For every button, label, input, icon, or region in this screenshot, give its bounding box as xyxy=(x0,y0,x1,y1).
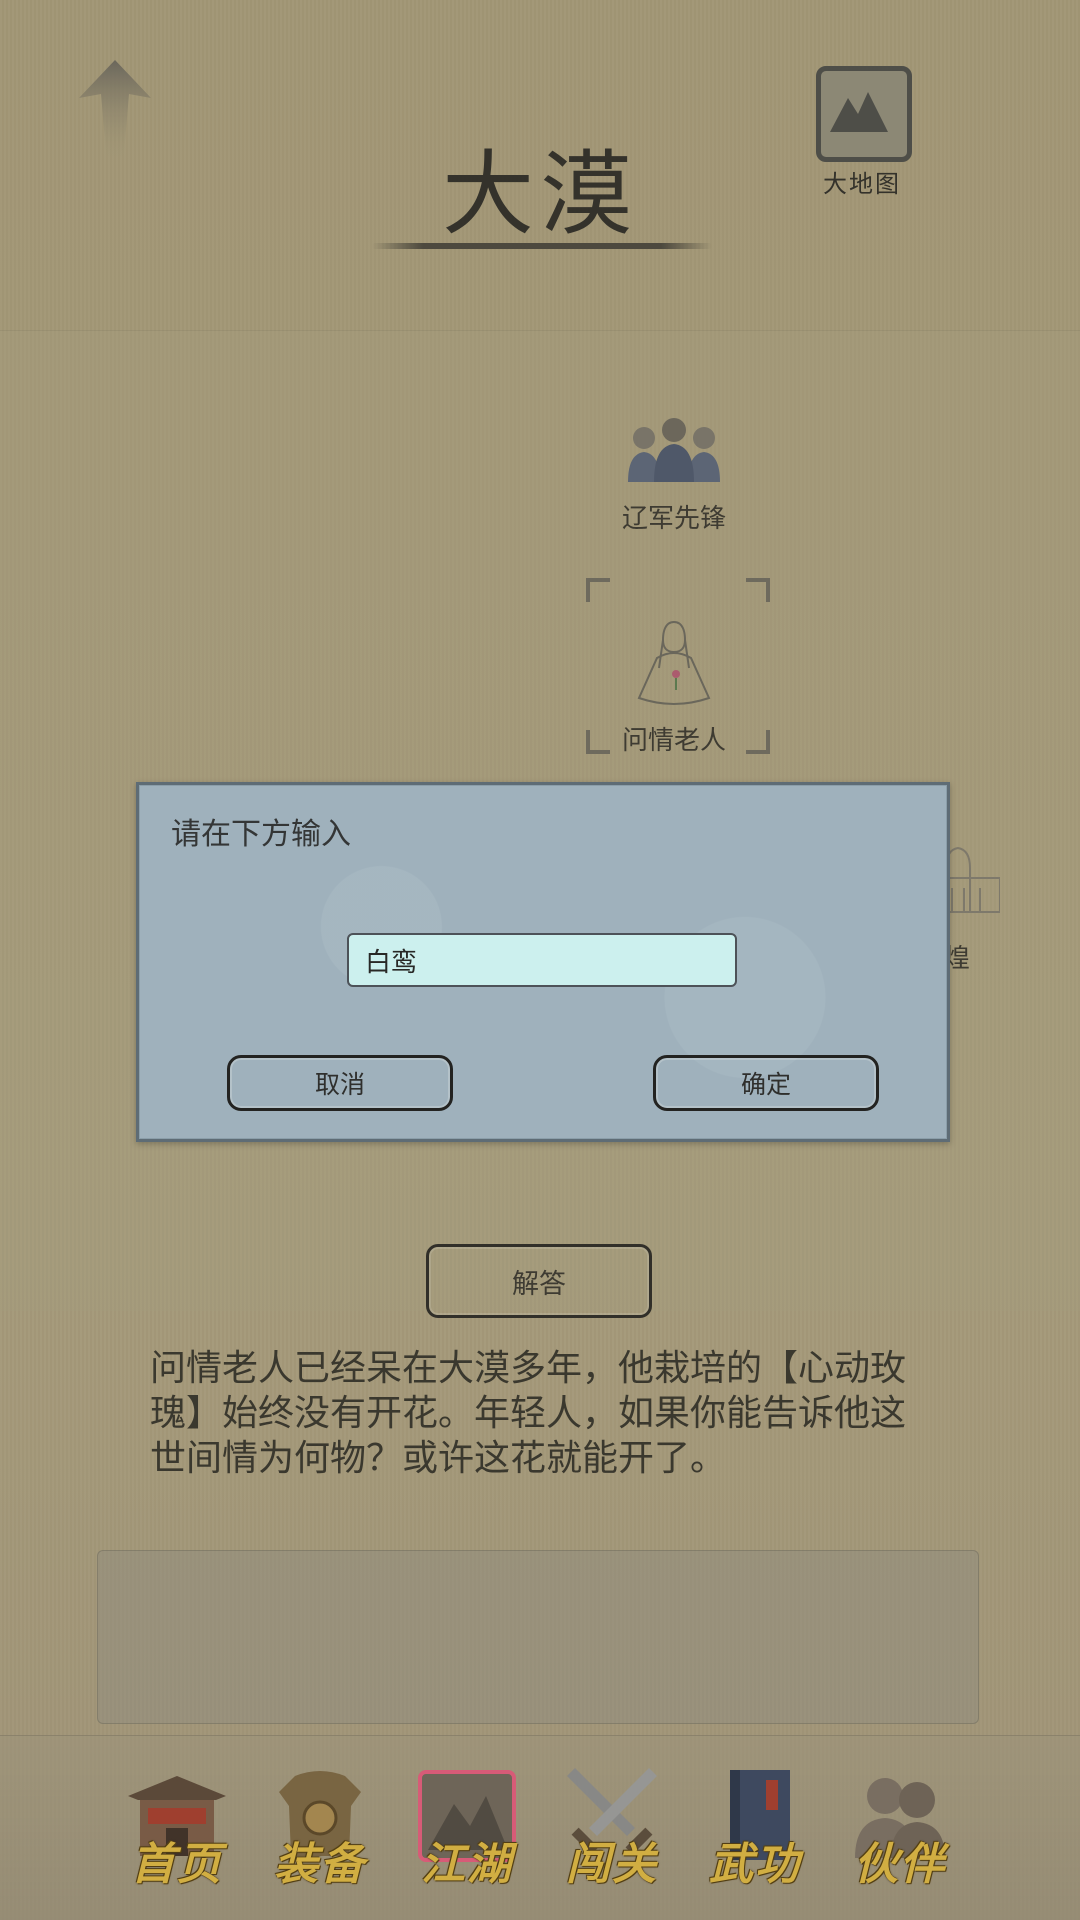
nav-martial-arts[interactable]: 武功 xyxy=(690,1766,820,1906)
world-map-button[interactable]: 大地图 xyxy=(812,66,912,198)
map-label: 大地图 xyxy=(823,170,901,198)
soldiers-icon xyxy=(628,418,720,482)
mountain-icon xyxy=(816,66,912,162)
input-dialog: 请在下方输入 取消 确定 xyxy=(136,782,950,1142)
selection-corner xyxy=(746,578,770,602)
old-man-icon xyxy=(637,620,711,705)
story-text: 问情老人已经呆在大漠多年，他栽培的【心动玫瑰】始终没有开花。年轻人，如果你能告诉… xyxy=(150,1348,907,1479)
nav-jianghu[interactable]: 江湖 xyxy=(402,1766,532,1906)
nav-label: 首页 xyxy=(131,1839,223,1890)
node-label: 问情老人 xyxy=(621,726,726,756)
game-screen: 大漠 大地图 辽军先锋 问情老人 煌 请在下方输入 白鸾 取消 确定 解答 问情… xyxy=(0,0,1080,1920)
nav-challenge[interactable]: 闯关 xyxy=(547,1766,677,1906)
cancel-button[interactable]: 取消 xyxy=(227,1055,453,1111)
nav-label: 闯关 xyxy=(566,1839,658,1890)
nav-label: 武功 xyxy=(709,1839,801,1890)
map-node-old-man[interactable]: 问情老人 xyxy=(594,618,754,756)
nav-partners[interactable]: 伙伴 xyxy=(835,1766,965,1906)
answer-button[interactable]: 解答 xyxy=(426,1244,652,1318)
message-log xyxy=(97,1550,979,1724)
nav-label: 伙伴 xyxy=(854,1839,946,1890)
map-node-liao-vanguard[interactable]: 辽军先锋 xyxy=(594,410,754,540)
nav-label: 江湖 xyxy=(421,1839,513,1890)
nav-home[interactable]: 首页 xyxy=(112,1766,242,1906)
dialog-title: 请在下方输入 xyxy=(171,817,351,852)
nav-label: 装备 xyxy=(274,1839,366,1890)
node-label: 辽军先锋 xyxy=(621,504,726,534)
bottom-nav: 首页 装备 江湖 闯关 武功 伙伴 xyxy=(0,1735,1080,1920)
selection-corner xyxy=(586,578,610,602)
nav-equipment[interactable]: 装备 xyxy=(255,1766,385,1906)
confirm-button[interactable]: 确定 xyxy=(653,1055,879,1111)
title-underline xyxy=(372,243,712,249)
answer-input[interactable] xyxy=(347,933,737,987)
